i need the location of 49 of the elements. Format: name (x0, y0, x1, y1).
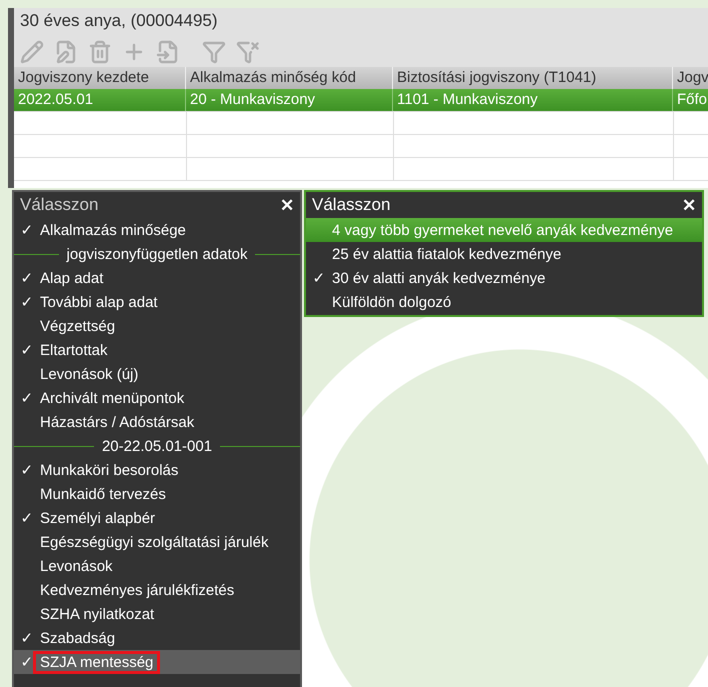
table-cell: 2022.05.01 (14, 89, 186, 111)
check-icon: ✓ (20, 509, 34, 527)
check-icon: ✓ (20, 341, 34, 359)
table-cell: Főfo (673, 89, 708, 111)
menu-item[interactable]: ✓ SZJA mentesség (14, 650, 300, 674)
filter-icon[interactable] (200, 39, 228, 65)
section-label: 20-22.05.01-001 (102, 438, 212, 454)
check-icon: ✓ (20, 293, 34, 311)
check-icon: ✓ (20, 389, 34, 407)
menu-item[interactable]: ✓ Archivált menüpontok (14, 386, 300, 410)
table-row[interactable] (14, 135, 708, 158)
table-row[interactable] (14, 158, 708, 181)
menu-title: Válasszon (20, 195, 98, 215)
menu-item[interactable]: ✓ 30 év alatti anyák kedvezménye (306, 266, 702, 290)
menu-item[interactable]: ✓ További alap adat (14, 290, 300, 314)
menu-item[interactable]: 25 év alattia fiatalok kedvezménye (306, 242, 702, 266)
menu-item[interactable]: ✓ Munkaköri besorolás (14, 458, 300, 482)
menu-item[interactable]: Egészségügyi szolgáltatási járulék (14, 530, 300, 554)
close-button[interactable]: ✕ (680, 194, 698, 216)
panel-title: 30 éves anya, (00004495) (19, 10, 219, 32)
menu-item[interactable]: Külföldön dolgozó (306, 290, 702, 314)
section-label: jogviszonyfüggetlen adatok (66, 246, 248, 262)
menu-item[interactable]: Levonások (új) (14, 362, 300, 386)
check-icon: ✓ (20, 221, 34, 239)
check-icon: ✓ (312, 269, 326, 287)
table-row[interactable] (14, 112, 708, 135)
menu-item[interactable]: ✓ Eltartottak (14, 338, 300, 362)
menu-item[interactable]: Levonások (14, 554, 300, 578)
menu-item[interactable]: SZHA nyilatkozat (14, 602, 300, 626)
menu-item[interactable]: ✓ Szabadság (14, 626, 300, 650)
column-header[interactable]: Biztosítási jogviszony (T1041) (393, 67, 673, 89)
check-icon: ✓ (20, 629, 34, 647)
table-cell: 20 - Munkaviszony (186, 89, 393, 111)
menu-item[interactable]: ✓ Személyi alapbér (14, 506, 300, 530)
table-cell: 1101 - Munkaviszony (393, 89, 673, 111)
check-icon: ✓ (20, 269, 34, 287)
menu-item[interactable]: Végzettség (14, 314, 300, 338)
menu-item[interactable]: Kedvezményes járulékfizetés (14, 578, 300, 602)
column-header[interactable]: Alkalmazás minőség kód (186, 67, 393, 89)
check-icon: ✓ (20, 653, 34, 671)
menu-title: Válasszon (312, 195, 390, 215)
menu-item[interactable]: ✓ Alkalmazás minősége (14, 218, 300, 242)
menu-item[interactable]: ✓ Alap adat (14, 266, 300, 290)
check-icon: ✓ (20, 461, 34, 479)
pencil-icon[interactable] (18, 39, 46, 65)
close-button[interactable]: ✕ (278, 194, 296, 216)
menu-item[interactable]: Házastárs / Adóstársak (14, 410, 300, 434)
menu-item[interactable]: Munkaidő tervezés (14, 482, 300, 506)
column-header[interactable]: Jogviszony kezdete (14, 67, 186, 89)
